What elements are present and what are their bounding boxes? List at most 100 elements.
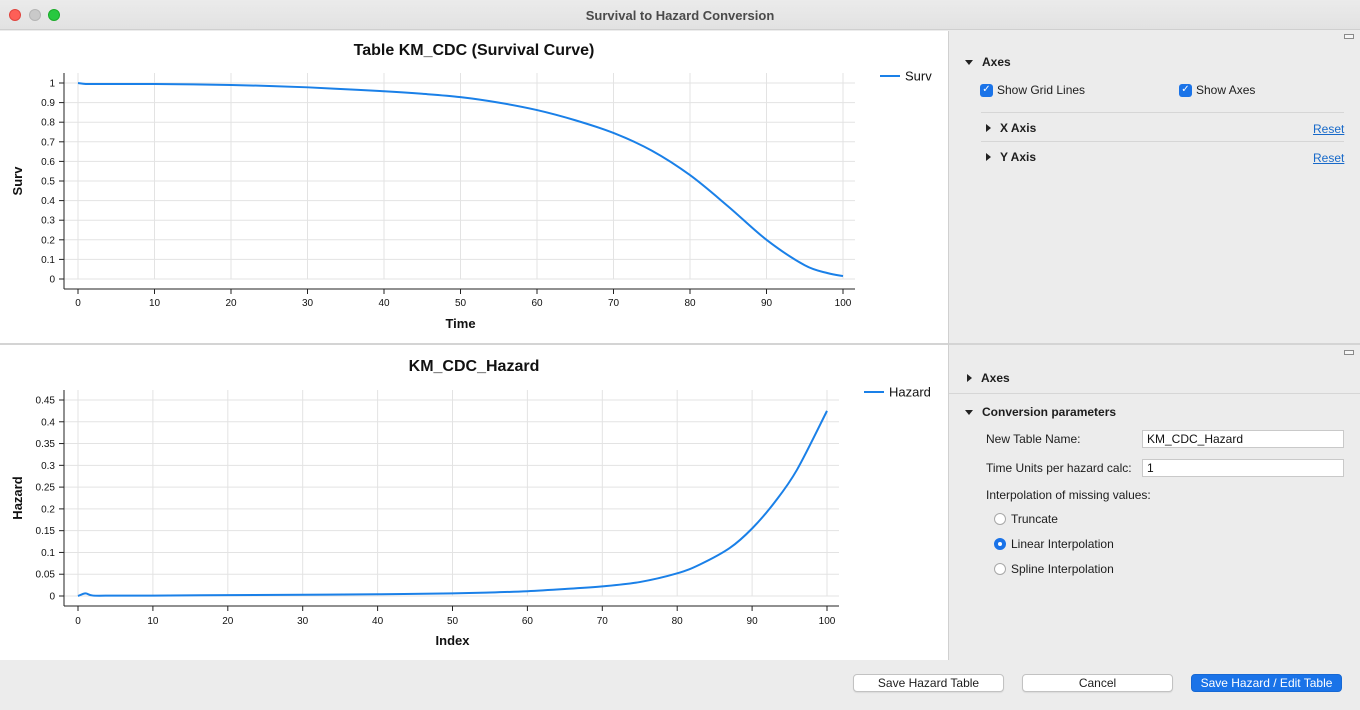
checkmark-icon: ✓ [980, 83, 993, 97]
radio-circle-icon [994, 563, 1006, 575]
x-tick-label: 90 [747, 616, 759, 627]
x-tick-label: 50 [455, 298, 467, 309]
axes-section-label: Axes [982, 55, 1011, 69]
checkmark-icon: ✓ [1179, 83, 1192, 97]
y-axis-section-header[interactable]: Y Axis [986, 150, 1036, 164]
y-tick-label: 0.1 [41, 255, 55, 266]
bottom-settings-panel: Axes Conversion parameters New Table Nam… [949, 345, 1360, 660]
legend-label: Hazard [889, 385, 931, 400]
y-tick-label: 0.7 [41, 137, 55, 148]
x-tick-label: 20 [222, 616, 234, 627]
x-tick-label: 30 [297, 616, 309, 627]
new-table-name-input[interactable] [1142, 430, 1344, 448]
truncate-label: Truncate [1011, 512, 1058, 526]
x-axis-title: Index [436, 633, 471, 648]
show-axes-label: Show Axes [1196, 83, 1256, 97]
separator [949, 393, 1360, 394]
x-tick-label: 70 [597, 616, 609, 627]
x-tick-label: 40 [372, 616, 384, 627]
save-hazard-edit-table-button[interactable]: Save Hazard / Edit Table [1191, 674, 1342, 692]
separator [981, 112, 1344, 113]
interpolation-label: Interpolation of missing values: [986, 488, 1151, 502]
y-tick-label: 0.05 [36, 570, 56, 581]
x-tick-label: 70 [608, 298, 620, 309]
x-axis-reset-link[interactable]: Reset [1313, 122, 1344, 136]
triangle-right-icon [986, 124, 991, 132]
axes-section-header[interactable]: Axes [965, 55, 1011, 69]
show-grid-lines-checkbox[interactable]: ✓ Show Grid Lines [980, 83, 1085, 97]
y-axis-title: Hazard [10, 476, 25, 519]
triangle-down-icon [965, 59, 973, 65]
x-tick-label: 0 [75, 298, 81, 309]
x-tick-label: 30 [302, 298, 314, 309]
conversion-section-label: Conversion parameters [982, 405, 1117, 419]
hazard-chart: 0 0.05 0.1 0.15 0.2 0.25 0.3 0.35 0.4 0.45 0 10 20 30… [10, 358, 931, 648]
y-tick-label: 0.35 [36, 439, 56, 450]
chart-title: KM_CDC_Hazard [409, 358, 540, 375]
survival-chart-pane: 0 0.1 0.2 0.3 0.4 0.5 0.6 0.7 0.8 0.9 1 0 10 20 30 40 50… [0, 31, 948, 343]
x-axis-label: X Axis [1000, 121, 1037, 135]
x-axis-section-header[interactable]: X Axis [986, 121, 1036, 135]
y-tick-label: 0.2 [41, 235, 55, 246]
truncate-radio[interactable]: Truncate [994, 512, 1058, 526]
y-axis-title: Surv [10, 166, 25, 196]
x-tick-label: 90 [761, 298, 773, 309]
linear-interpolation-label: Linear Interpolation [1011, 537, 1114, 551]
y-tick-label: 0.2 [41, 504, 55, 515]
x-tick-label: 60 [522, 616, 534, 627]
x-tick-label: 80 [684, 298, 696, 309]
spline-interpolation-label: Spline Interpolation [1011, 562, 1114, 576]
show-grid-lines-label: Show Grid Lines [997, 83, 1086, 97]
save-hazard-table-button[interactable]: Save Hazard Table [853, 674, 1004, 692]
y-tick-label: 0.8 [41, 118, 55, 129]
y-tick-label: 0 [49, 275, 55, 286]
y-tick-label: 0.3 [41, 216, 55, 227]
y-tick-label: 0.9 [41, 98, 55, 109]
show-axes-checkbox[interactable]: ✓ Show Axes [1179, 83, 1255, 97]
y-tick-label: 0.45 [36, 396, 56, 407]
y-tick-label: 0.4 [41, 196, 55, 207]
x-tick-label: 40 [378, 298, 390, 309]
survival-chart: 00.10.20.30.40.50.60.70.80.910 10 20 30 40 50… [10, 42, 932, 331]
triangle-right-icon [986, 153, 991, 161]
x-tick-label: 80 [672, 616, 684, 627]
y-tick-label: 0 [49, 592, 55, 603]
y-axis-label: Y Axis [1000, 150, 1037, 164]
y-tick-label: 0.5 [41, 177, 55, 188]
collapse-panel-icon[interactable] [1344, 350, 1354, 355]
legend-label: Surv [905, 69, 932, 84]
cancel-button[interactable]: Cancel [1022, 674, 1173, 692]
x-tick-label: 100 [819, 616, 836, 627]
x-tick-label: 20 [225, 298, 237, 309]
x-tick-label: 0 [75, 616, 81, 627]
x-tick-label: 50 [447, 616, 459, 627]
conversion-section-header[interactable]: Conversion parameters [965, 405, 1116, 419]
top-settings-panel: Axes ✓ Show Grid Lines ✓ Show Axes X Axi… [949, 31, 1360, 343]
y-axis-reset-link[interactable]: Reset [1313, 151, 1344, 165]
hazard-chart-pane: 0 0.05 0.1 0.15 0.2 0.25 0.3 0.35 0.4 0.45 0 10 20 30… [0, 345, 948, 660]
axes-section-header[interactable]: Axes [967, 371, 1010, 385]
y-tick-label: 0.6 [41, 157, 55, 168]
axes-section-label: Axes [981, 371, 1010, 385]
separator [981, 141, 1344, 142]
linear-interpolation-radio[interactable]: Linear Interpolation [994, 537, 1114, 551]
y-tick-label: 1 [49, 79, 55, 90]
time-units-label: Time Units per hazard calc: [986, 461, 1132, 475]
spline-interpolation-radio[interactable]: Spline Interpolation [994, 562, 1114, 576]
triangle-right-icon [967, 374, 972, 382]
time-units-input[interactable] [1142, 459, 1344, 477]
y-tick-label: 0.1 [41, 548, 55, 559]
y-tick-label: 0.15 [36, 526, 56, 537]
x-tick-label: 100 [835, 298, 852, 309]
chart-title: Table KM_CDC (Survival Curve) [354, 42, 595, 59]
x-axis-title: Time [445, 316, 475, 331]
radio-selected-icon [994, 538, 1006, 550]
radio-circle-icon [994, 513, 1006, 525]
window-title: Survival to Hazard Conversion [585, 8, 775, 23]
x-tick-label: 10 [147, 616, 159, 627]
x-tick-label: 60 [531, 298, 543, 309]
collapse-panel-icon[interactable] [1344, 34, 1354, 39]
x-tick-label: 10 [149, 298, 161, 309]
y-tick-label: 0.25 [36, 483, 56, 494]
y-tick-label: 0.4 [41, 417, 55, 428]
